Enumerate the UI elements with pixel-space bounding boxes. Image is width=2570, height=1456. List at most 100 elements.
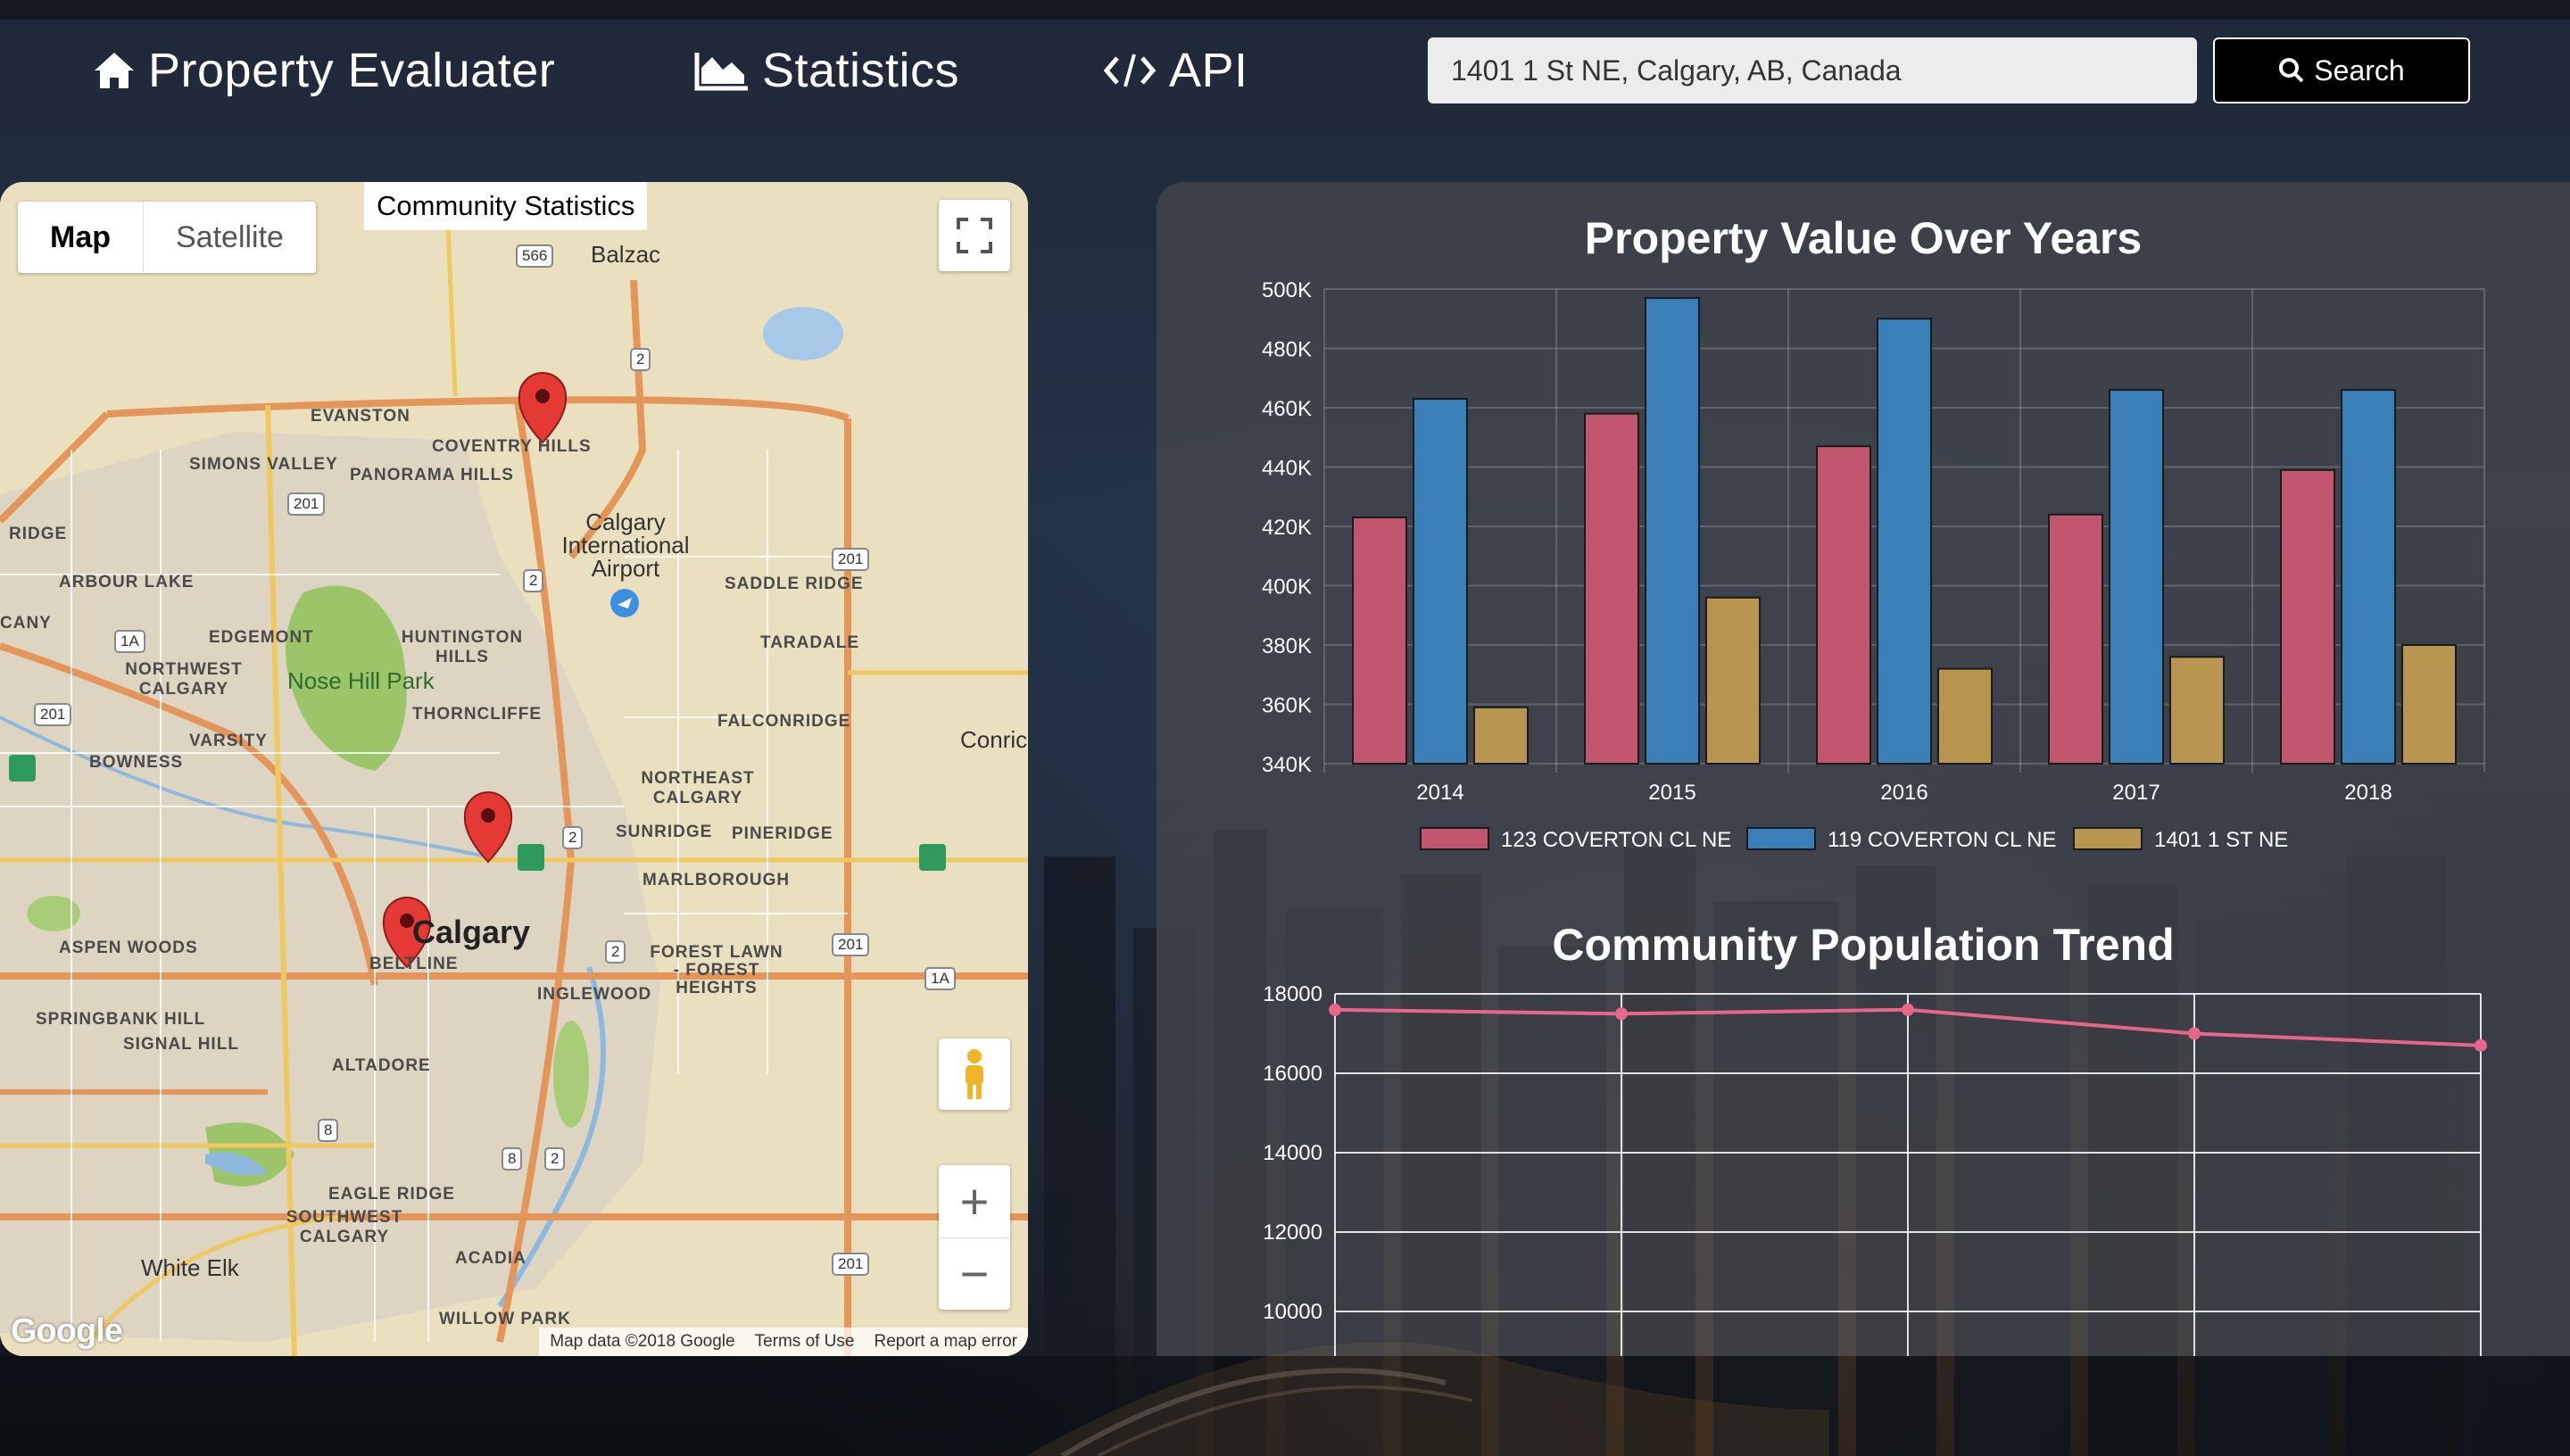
map-type-satellite-button[interactable]: Satellite bbox=[144, 202, 316, 273]
nav-brand-link[interactable]: Property Evaluater bbox=[93, 39, 555, 102]
y-tick-label: 16000 bbox=[1263, 1062, 1322, 1086]
y-tick-label: 18000 bbox=[1263, 982, 1322, 1006]
place-beltline: BELTLINE bbox=[369, 955, 459, 973]
bar bbox=[1413, 398, 1468, 765]
nav-api-label: API bbox=[1169, 44, 1248, 97]
google-logo[interactable]: Google bbox=[11, 1312, 123, 1351]
map-type-control: Map Satellite bbox=[18, 202, 316, 273]
report-map-error-link[interactable]: Report a map error bbox=[874, 1332, 1017, 1352]
highway-shield: 1A bbox=[114, 630, 145, 653]
x-tick-label: 2014 bbox=[1416, 781, 1463, 805]
search-input-value: 1401 1 St NE, Calgary, AB, Canada bbox=[1451, 54, 1902, 87]
nav-statistics-link[interactable]: Statistics bbox=[694, 39, 959, 102]
bar bbox=[1877, 318, 1932, 765]
highway-shield: 2 bbox=[605, 940, 626, 964]
x-tick-label: 2016 bbox=[1880, 781, 1928, 805]
bar bbox=[2048, 513, 2103, 765]
zoom-out-button[interactable]: − bbox=[939, 1238, 1010, 1310]
home-icon bbox=[95, 53, 134, 88]
nav-brand-label: Property Evaluater bbox=[148, 44, 556, 97]
street-view-pegman[interactable] bbox=[939, 1038, 1010, 1110]
map-panel[interactable]: Balzac EVANSTON COVENTRY HILLS SIMONS VA… bbox=[0, 182, 1028, 1356]
search-icon bbox=[2279, 58, 2304, 83]
place-northwest-calgary: NORTHWEST CALGARY bbox=[125, 660, 243, 699]
place-forest-lawn: FOREST LAWN - FOREST HEIGHTS bbox=[650, 943, 783, 997]
bar bbox=[2169, 656, 2225, 765]
top-strip bbox=[0, 0, 2570, 20]
search-input[interactable]: 1401 1 St NE, Calgary, AB, Canada bbox=[1428, 37, 2197, 103]
place-nose-hill-park: Nose Hill Park bbox=[287, 667, 435, 694]
place-edgemont: EDGEMONT bbox=[209, 628, 314, 647]
place-white-elk: White Elk bbox=[141, 1254, 239, 1281]
data-point bbox=[2475, 1038, 2487, 1052]
fullscreen-button[interactable] bbox=[939, 200, 1010, 271]
bar bbox=[2341, 389, 2396, 765]
place-pineridge: PINERIDGE bbox=[732, 824, 833, 843]
code-icon bbox=[1103, 54, 1156, 87]
highway-shield: 2 bbox=[630, 348, 651, 371]
bar bbox=[1937, 667, 1993, 765]
map-community-statistics-label: Community Statistics bbox=[364, 182, 648, 230]
place-cany: CANY bbox=[0, 614, 52, 633]
x-tick-label: 2017 bbox=[2112, 781, 2160, 805]
highway-shield: 2 bbox=[523, 569, 544, 592]
data-point bbox=[1615, 1007, 1628, 1021]
place-thorncliffe: THORNCLIFFE bbox=[412, 705, 543, 724]
place-varsity: VARSITY bbox=[189, 732, 268, 750]
place-southwest-calgary: SOUTHWEST CALGARY bbox=[286, 1208, 403, 1246]
bar bbox=[1584, 412, 1639, 765]
place-inglewood: INGLEWOOD bbox=[537, 985, 652, 1004]
place-arbour-lake: ARBOUR LAKE bbox=[59, 573, 195, 592]
nav-statistics-label: Statistics bbox=[762, 44, 960, 97]
place-conrich: Conrich bbox=[960, 726, 1028, 753]
place-balzac: Balzac bbox=[591, 241, 661, 268]
map-footer: Map data ©2018 Google Terms of Use Repor… bbox=[539, 1328, 1028, 1356]
terms-of-use-link[interactable]: Terms of Use bbox=[755, 1332, 855, 1352]
place-springbank-hill: SPRINGBANK HILL bbox=[36, 1010, 206, 1029]
x-tick-label: 2018 bbox=[2344, 781, 2392, 805]
place-eagle-ridge: EAGLE RIDGE bbox=[328, 1185, 455, 1204]
place-calgary: Calgary bbox=[412, 914, 531, 950]
pegman-icon bbox=[966, 1049, 983, 1099]
y-tick-label: 420K bbox=[1262, 516, 1312, 540]
place-signal-hill: SIGNAL HILL bbox=[123, 1035, 239, 1054]
place-simons-valley: SIMONS VALLEY bbox=[189, 455, 338, 474]
map-type-map-button[interactable]: Map bbox=[18, 202, 144, 273]
data-point bbox=[1329, 1003, 1341, 1016]
place-willow-park: WILLOW PARK bbox=[439, 1310, 571, 1328]
place-saddle-ridge: SADDLE RIDGE bbox=[725, 575, 864, 593]
legend-label: 123 COVERTON CL NE bbox=[1501, 828, 1731, 852]
bar bbox=[2109, 389, 2164, 765]
legend-label: 119 COVERTON CL NE bbox=[1828, 828, 2057, 852]
place-evanston: EVANSTON bbox=[311, 407, 410, 426]
x-tick-label: 2015 bbox=[1648, 781, 1695, 805]
zoom-in-button[interactable]: + bbox=[939, 1166, 1010, 1238]
place-northeast-calgary: NORTHEAST CALGARY bbox=[641, 769, 755, 807]
legend-label: 1401 1 ST NE bbox=[2154, 828, 2288, 852]
place-aspen-woods: ASPEN WOODS bbox=[59, 939, 198, 957]
y-tick-label: 340K bbox=[1262, 753, 1312, 777]
search-button[interactable]: Search bbox=[2213, 37, 2470, 103]
place-acadia: ACADIA bbox=[455, 1249, 526, 1268]
bar bbox=[1705, 596, 1761, 765]
bar bbox=[1645, 296, 1700, 765]
zoom-control: + − bbox=[939, 1165, 1010, 1310]
place-sunridge: SUNRIDGE bbox=[616, 823, 713, 841]
bar bbox=[2280, 468, 2335, 765]
highway-shield: 1A bbox=[924, 967, 956, 990]
y-tick-label: 460K bbox=[1262, 397, 1312, 421]
area-chart-icon bbox=[694, 53, 748, 91]
y-tick-label: 480K bbox=[1262, 338, 1312, 362]
place-altadore: ALTADORE bbox=[332, 1056, 431, 1075]
highway-shield: 2 bbox=[544, 1147, 566, 1171]
y-tick-label: 10000 bbox=[1263, 1300, 1322, 1324]
bar bbox=[2401, 644, 2457, 765]
highway-shield: 201 bbox=[287, 492, 326, 516]
data-point bbox=[2188, 1027, 2201, 1040]
search-button-label: Search bbox=[2314, 54, 2405, 87]
y-tick-label: 400K bbox=[1262, 575, 1312, 600]
y-tick-label: 380K bbox=[1262, 634, 1312, 658]
y-tick-label: 500K bbox=[1262, 278, 1312, 302]
highway-shield: 8 bbox=[318, 1119, 339, 1142]
nav-api-link[interactable]: API bbox=[1103, 39, 1248, 102]
